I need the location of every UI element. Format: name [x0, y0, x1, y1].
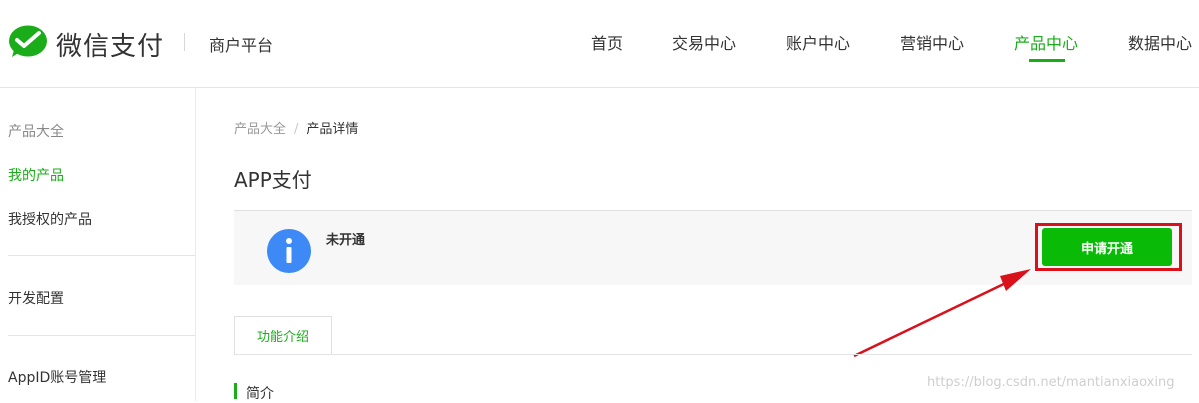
watermark: https://blog.csdn.net/mantianxiaoxing [927, 375, 1175, 390]
status-text: 未开通 [326, 233, 366, 248]
sidebar-item-my-products[interactable]: 我的产品 [8, 165, 64, 185]
nav-active-indicator [1029, 59, 1065, 62]
wechat-pay-logo-icon[interactable] [8, 24, 48, 58]
nav-account-center[interactable]: 账户中心 [786, 30, 850, 54]
nav-data-center[interactable]: 数据中心 [1128, 30, 1192, 54]
nav-trade-center[interactable]: 交易中心 [672, 30, 736, 54]
nav-product-center[interactable]: 产品中心 [1014, 30, 1078, 54]
nav-home[interactable]: 首页 [591, 30, 623, 54]
top-header: 微信支付 商户平台 首页 交易中心 账户中心 营销中心 产品中心 数据中心 [0, 0, 1199, 88]
sidebar-divider [8, 255, 195, 256]
brand-divider [184, 33, 185, 51]
breadcrumb-separator: / [294, 122, 299, 137]
sidebar: 产品大全 我的产品 我授权的产品 开发配置 AppID账号管理 [0, 88, 196, 401]
tab-feature-intro[interactable]: 功能介绍 [234, 316, 332, 355]
page-title: APP支付 [234, 168, 312, 192]
sidebar-divider [8, 335, 195, 336]
brand-name[interactable]: 微信支付 [56, 26, 164, 63]
section-marker [234, 383, 237, 399]
sidebar-item-authorized-products[interactable]: 我授权的产品 [8, 209, 92, 229]
nav-marketing-center[interactable]: 营销中心 [900, 30, 964, 54]
status-panel: 未开通 申请开通 [234, 210, 1192, 285]
sidebar-item-dev-config[interactable]: 开发配置 [8, 288, 64, 308]
sidebar-item-all-products[interactable]: 产品大全 [8, 121, 64, 141]
section-title: 简介 [246, 386, 274, 402]
sidebar-item-appid-management[interactable]: AppID账号管理 [8, 367, 106, 387]
platform-name: 商户平台 [209, 36, 274, 55]
breadcrumb: 产品大全 / 产品详情 [234, 118, 358, 137]
apply-activation-button[interactable]: 申请开通 [1042, 228, 1172, 266]
breadcrumb-current: 产品详情 [306, 122, 359, 137]
breadcrumb-root[interactable]: 产品大全 [234, 122, 286, 137]
tabs-baseline [234, 354, 1192, 355]
info-icon [267, 229, 311, 273]
